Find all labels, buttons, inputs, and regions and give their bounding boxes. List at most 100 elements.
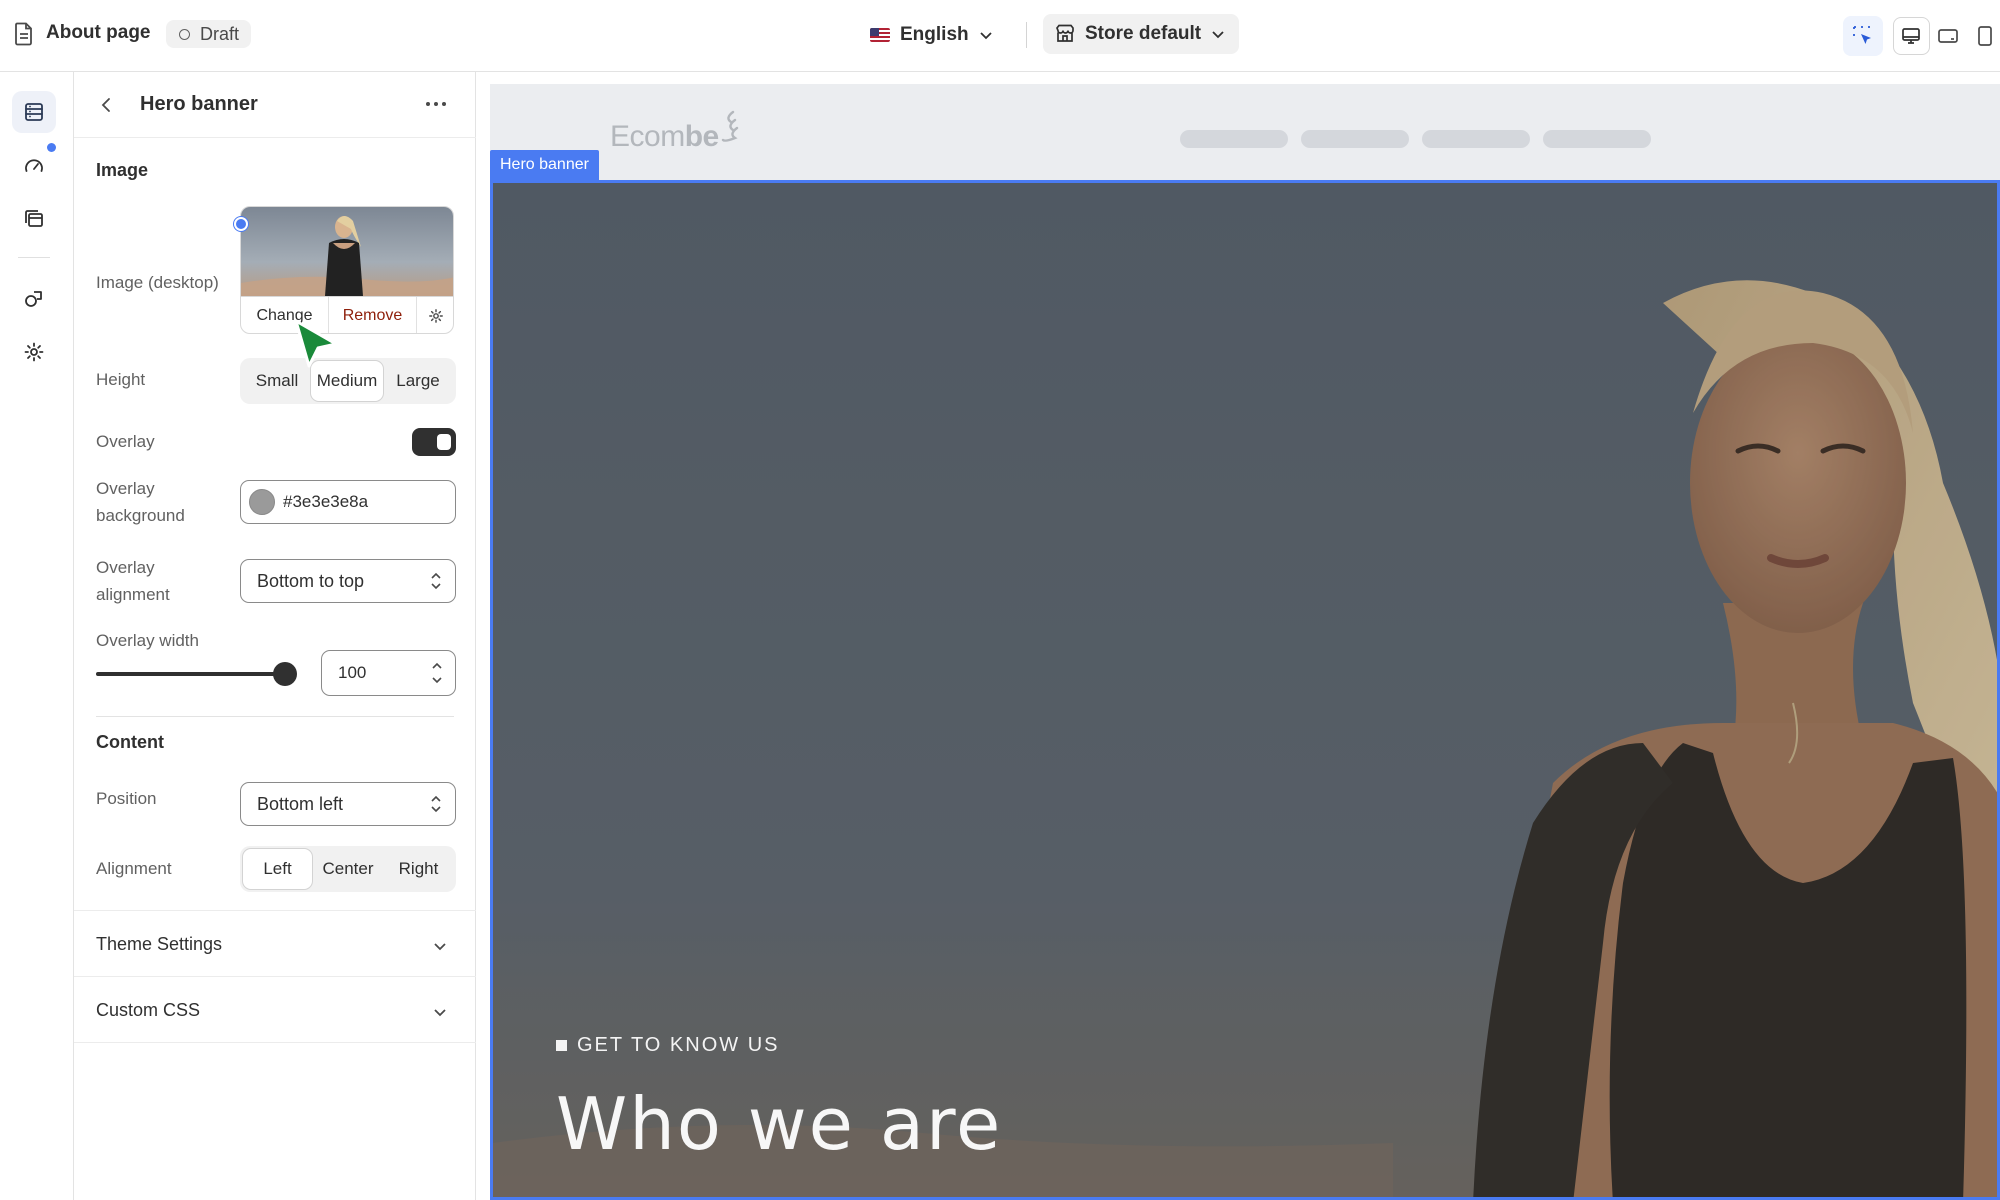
- alignment-option-right[interactable]: Right: [384, 849, 453, 889]
- settings-button[interactable]: [12, 331, 56, 373]
- mobile-icon: [1977, 26, 1992, 46]
- language-selector[interactable]: English: [858, 16, 1005, 54]
- sections-icon: [25, 103, 43, 121]
- speedometer-icon: [25, 159, 43, 172]
- overlay-width-value: 100: [338, 663, 367, 682]
- store-preview: Ecombe Hero banner GET TO KNOW US Who we…: [476, 72, 2000, 1200]
- draft-status-icon: [179, 29, 190, 40]
- inspector-toggle[interactable]: [1843, 16, 1883, 56]
- nav-placeholder: [1543, 130, 1651, 148]
- overlay-toggle[interactable]: [412, 428, 456, 456]
- status-badge: Draft: [166, 20, 252, 48]
- remove-image-button[interactable]: Remove: [329, 297, 417, 333]
- select-arrows-icon: [431, 572, 441, 590]
- store-label: Store default: [1085, 23, 1202, 44]
- more-options-icon[interactable]: [422, 92, 450, 116]
- overlay-width-input[interactable]: 100: [321, 650, 456, 696]
- alignment-label: Alignment: [96, 859, 172, 878]
- image-actions: Change Remove: [241, 296, 453, 333]
- nav-placeholder: [1301, 130, 1409, 148]
- alignment-option-left[interactable]: Left: [243, 849, 312, 889]
- image-desktop-label: Image (desktop): [96, 273, 219, 292]
- content-section-heading: Content: [96, 732, 164, 752]
- overlay-alignment-label-line1: Overlay: [96, 558, 155, 577]
- document-icon: [15, 22, 32, 46]
- templates-button[interactable]: [12, 198, 56, 240]
- overlay-width-slider-handle[interactable]: [273, 662, 297, 686]
- select-element-icon: [1853, 26, 1871, 44]
- position-select[interactable]: Bottom left: [240, 782, 456, 826]
- overlay-alignment-label-line2: alignment: [96, 585, 170, 604]
- rail-divider: [18, 257, 50, 258]
- section-divider: [96, 716, 454, 717]
- section-tag[interactable]: Hero banner: [490, 150, 599, 180]
- overlay-alignment-select[interactable]: Bottom to top: [240, 559, 456, 603]
- image-settings-button[interactable]: [417, 297, 453, 333]
- preview-header: Ecombe: [490, 84, 2000, 180]
- status-badge-label: Draft: [200, 24, 240, 44]
- mobile-view-button[interactable]: [1966, 17, 2000, 55]
- chevron-down-icon: [434, 1009, 446, 1017]
- tablet-icon: [1938, 29, 1958, 43]
- hero-eyebrow: GET TO KNOW US: [556, 1034, 779, 1057]
- custom-css-title: Custom CSS: [96, 1000, 201, 1020]
- top-bar: About page Draft English Store default: [0, 0, 2000, 72]
- store-logo[interactable]: Ecombe: [610, 120, 719, 154]
- panel-title: Hero banner: [140, 93, 258, 115]
- focal-point-handle[interactable]: [234, 217, 248, 231]
- apps-icon: [25, 291, 42, 307]
- gear-icon: [24, 342, 44, 362]
- notification-dot: [47, 143, 56, 152]
- section-divider: [74, 1042, 476, 1043]
- back-arrow-icon[interactable]: [96, 94, 118, 116]
- page-title: About page: [46, 22, 151, 43]
- overlay-background-field[interactable]: #3e3e3e8a: [240, 480, 456, 524]
- nav-placeholder: [1422, 130, 1530, 148]
- height-segmented-control: Small Medium Large: [240, 358, 456, 404]
- overlay-background-value: #3e3e3e8a: [283, 492, 369, 511]
- section-divider: [74, 910, 476, 911]
- store-selector[interactable]: Store default: [1043, 14, 1240, 54]
- hero-heading: Who we are: [556, 1082, 1003, 1166]
- device-switcher: [1893, 16, 2000, 56]
- overlay-alignment-value: Bottom to top: [257, 570, 365, 591]
- image-picker: Change Remove: [240, 206, 454, 334]
- panel-header: Hero banner: [74, 72, 476, 138]
- logo-text-light: Ecom: [610, 120, 685, 153]
- stepper-arrows-icon[interactable]: [430, 658, 444, 688]
- alignment-segmented-control: Left Center Right: [240, 846, 456, 892]
- language-label: English: [900, 24, 969, 45]
- overlay-background-label-line1: Overlay: [96, 479, 155, 498]
- hero-eyebrow-text: GET TO KNOW US: [577, 1034, 780, 1056]
- overlay-background-label-line2: background: [96, 506, 185, 525]
- square-bullet-icon: [556, 1040, 567, 1051]
- topbar-divider: [1026, 22, 1027, 48]
- desktop-view-button[interactable]: [1893, 17, 1930, 55]
- height-label: Height: [96, 370, 146, 389]
- sections-button[interactable]: [12, 91, 56, 133]
- layers-icon: [25, 210, 43, 227]
- nav-placeholder: [1180, 130, 1288, 148]
- settings-panel: Hero banner Image Image (desktop) Change…: [74, 72, 476, 1200]
- chevron-down-icon: [434, 943, 446, 951]
- overlay-label: Overlay: [96, 432, 155, 451]
- position-label: Position: [96, 789, 157, 808]
- store-icon: [1056, 24, 1074, 42]
- chevron-down-icon: [1212, 31, 1224, 39]
- apps-button[interactable]: [12, 278, 56, 320]
- theme-settings-title: Theme Settings: [96, 934, 223, 954]
- overlay-width-slider-track[interactable]: [96, 672, 286, 676]
- icon-rail: [0, 72, 74, 1200]
- alignment-option-center[interactable]: Center: [312, 849, 384, 889]
- position-value: Bottom left: [257, 793, 344, 814]
- image-thumbnail[interactable]: [241, 207, 453, 296]
- select-arrows-icon: [431, 795, 441, 813]
- thumbnail-illustration: [241, 216, 453, 296]
- tablet-view-button[interactable]: [1930, 17, 1967, 55]
- us-flag-icon: [870, 28, 890, 42]
- logo-text-bold: be: [684, 120, 720, 153]
- color-swatch[interactable]: [249, 489, 275, 515]
- height-option-large[interactable]: Large: [383, 361, 453, 401]
- gear-icon: [429, 309, 443, 323]
- desktop-icon: [1902, 28, 1921, 44]
